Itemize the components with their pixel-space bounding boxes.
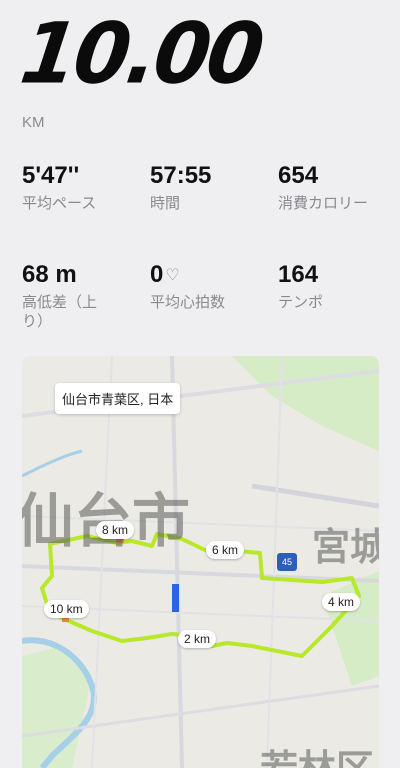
km-marker-8: 8 km (96, 521, 135, 539)
ward-name-label: 若林区 (260, 738, 374, 768)
km-marker-6: 6 km (206, 541, 245, 559)
road-shield-icon: 45 (277, 553, 297, 571)
district-name-label: 宮城 (312, 524, 379, 569)
location-label: 仙台市青葉区, 日本 (55, 383, 181, 414)
time-label: 時間 (150, 195, 181, 213)
km-marker-4: 4 km (322, 593, 361, 611)
km-marker-10: 10 km (44, 600, 89, 618)
distance-value: 10.00 (15, 4, 267, 103)
pace-value: 5'47'' (22, 162, 80, 189)
stat-heart-rate: 0 ♡ 平均心拍数 (150, 261, 270, 313)
stat-calories: 654 消費カロリー (278, 162, 378, 214)
stat-pace: 5'47'' 平均ペース (22, 162, 142, 214)
stat-time: 57:55 時間 (150, 162, 270, 214)
city-name-label: 仙台市 (22, 474, 190, 558)
cadence-value: 164 (278, 261, 319, 288)
cadence-label: テンポ (278, 294, 324, 312)
heart-rate-value: 0 (150, 261, 164, 288)
calories-value: 654 (278, 162, 319, 189)
heart-icon: ♡ (165, 267, 180, 284)
elevation-label: 高低差（上り） (22, 294, 98, 331)
distance-unit: KM (22, 114, 45, 131)
stat-cadence: 164 テンポ (278, 261, 378, 313)
road-shield-number: 45 (281, 557, 292, 567)
calories-label: 消費カロリー (278, 195, 369, 213)
time-value: 57:55 (150, 162, 212, 189)
route-map[interactable]: 仙台市 宮城 若林区 45 仙台市青葉区, 日本 8 km 6 km 4 km … (22, 356, 379, 768)
heart-rate-label: 平均心拍数 (150, 294, 226, 312)
pace-label: 平均ペース (22, 195, 97, 213)
km-marker-2: 2 km (178, 630, 217, 648)
stat-elevation: 68 m 高低差（上り） (22, 261, 100, 332)
elevation-value: 68 m (22, 261, 77, 288)
